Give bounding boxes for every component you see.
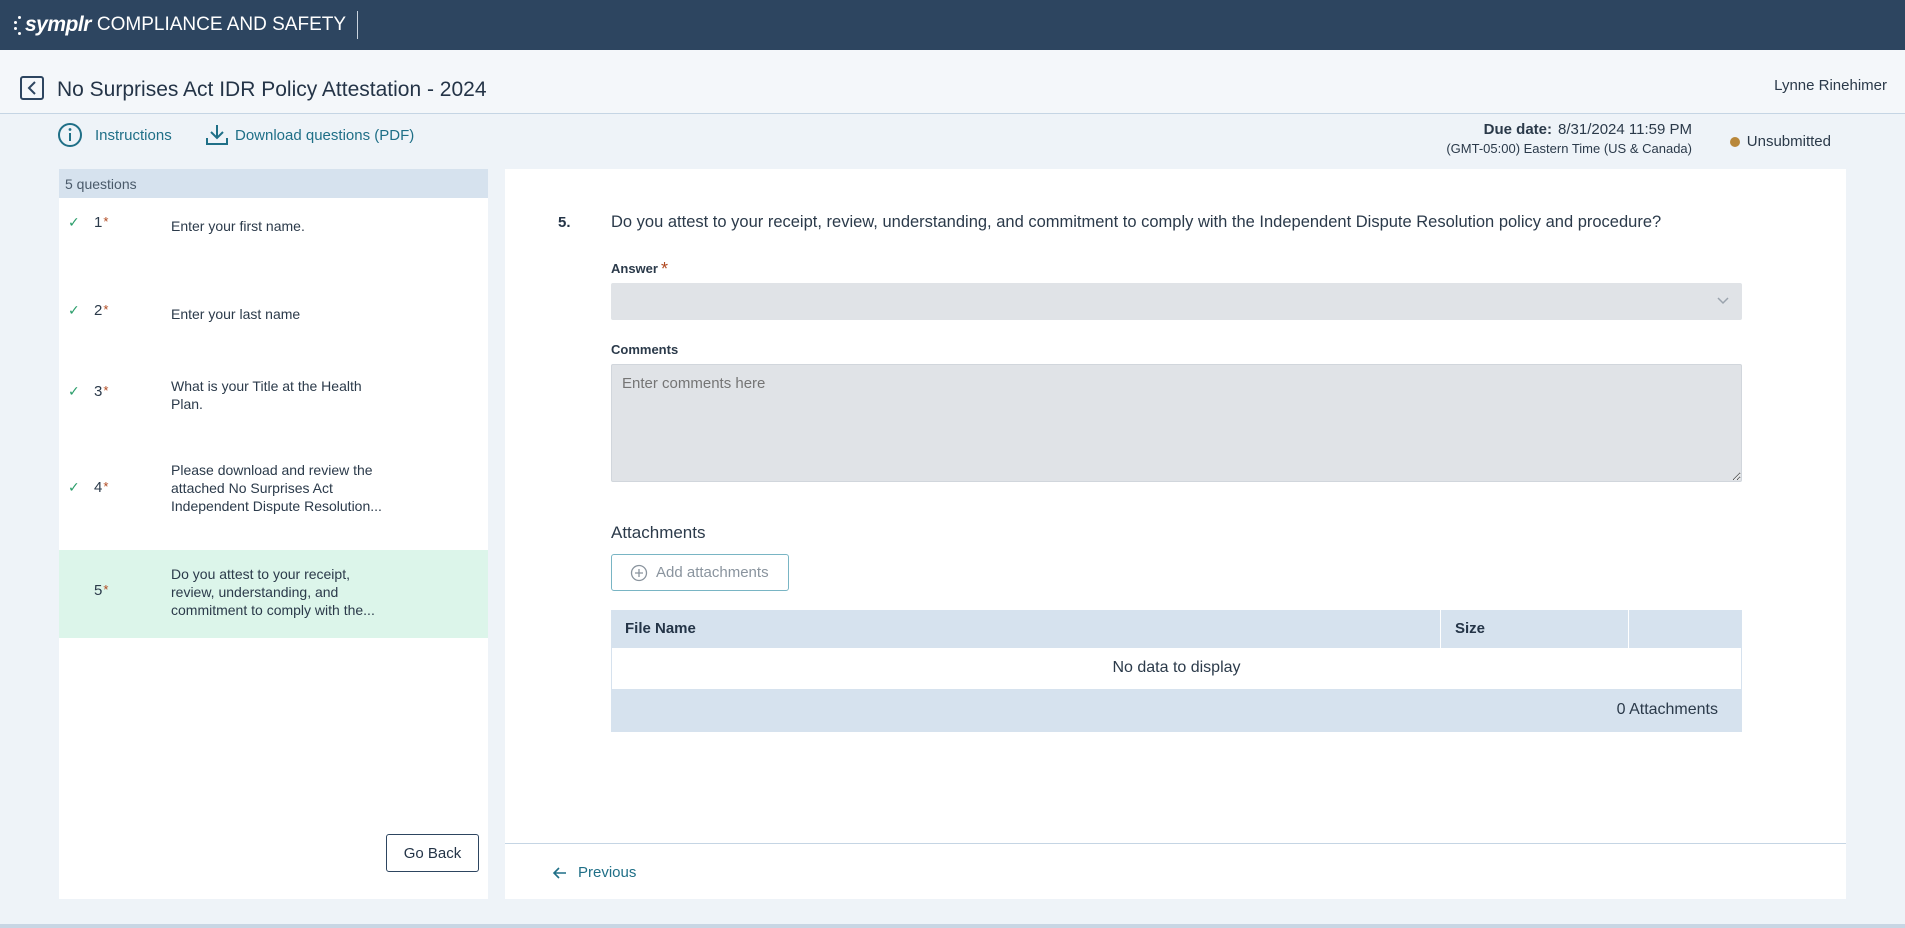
answer-label: Answer * <box>611 259 668 279</box>
status-label: Unsubmitted <box>1746 133 1831 150</box>
due-date-label: Due date: <box>1483 121 1552 138</box>
question-number: 3* <box>94 383 109 400</box>
table-empty-message: No data to display <box>611 648 1742 690</box>
check-icon: ✓ <box>68 383 80 399</box>
add-attachments-button[interactable]: Add attachments <box>611 554 789 591</box>
column-actions <box>1629 610 1742 648</box>
back-button[interactable] <box>20 76 44 100</box>
logo-dots-icon <box>14 15 23 35</box>
go-back-button[interactable]: Go Back <box>386 834 479 872</box>
previous-label: Previous <box>578 864 637 881</box>
status-badge: Unsubmitted <box>1729 133 1831 150</box>
column-size[interactable]: Size <box>1441 610 1629 648</box>
question-text: Do you attest to your receipt, review, u… <box>611 213 1662 231</box>
attachments-count: 0 Attachments <box>611 690 1742 732</box>
app-logo[interactable]: symplr COMPLIANCE AND SAFETY <box>14 13 346 37</box>
question-preview: Do you attest to your receipt, review, u… <box>171 566 375 618</box>
question-number: 1* <box>94 214 109 231</box>
page-title: No Surprises Act IDR Policy Attestation … <box>57 78 487 101</box>
bottom-strip <box>0 924 1905 928</box>
question-sidebar: 5 questions ✓ 1* Enter your first name. … <box>59 169 488 899</box>
question-preview: Enter your last name <box>171 306 301 322</box>
download-icon <box>206 125 228 145</box>
page-header: No Surprises Act IDR Policy Attestation … <box>0 50 1905 114</box>
panel-footer-divider <box>505 843 1846 844</box>
brand-name: symplr <box>25 13 91 36</box>
question-preview: Please download and review the attached … <box>171 462 382 514</box>
product-name: COMPLIANCE AND SAFETY <box>96 14 347 35</box>
check-icon: ✓ <box>68 302 80 318</box>
due-date-timezone: (GMT-05:00) Eastern Time (US & Canada) <box>1446 141 1692 156</box>
question-item-4[interactable]: ✓ 4* Please download and review the atta… <box>59 462 488 550</box>
table-header: File Name Size <box>611 610 1742 648</box>
check-icon: ✓ <box>68 214 80 230</box>
download-questions-link[interactable]: Download questions (PDF) <box>205 123 414 147</box>
attachments-title: Attachments <box>611 523 706 542</box>
instructions-label: Instructions <box>95 126 172 144</box>
comments-label: Comments <box>611 342 679 357</box>
status-dot-icon <box>1729 136 1740 147</box>
question-preview: Enter your first name. <box>171 218 305 234</box>
answer-dropdown[interactable] <box>611 283 1742 320</box>
arrow-left-icon <box>552 866 566 879</box>
chevron-left-icon <box>27 81 36 95</box>
question-preview: What is your Title at the Health Plan. <box>171 378 362 412</box>
question-number: 2* <box>94 302 109 319</box>
column-file-name[interactable]: File Name <box>611 610 1441 648</box>
chevron-down-icon <box>1717 297 1729 305</box>
download-label: Download questions (PDF) <box>235 126 415 144</box>
comments-textarea[interactable] <box>611 364 1742 482</box>
question-item-5[interactable]: 5* Do you attest to your receipt, review… <box>59 550 488 638</box>
check-icon: ✓ <box>68 479 80 495</box>
previous-button[interactable]: Previous <box>552 864 636 881</box>
question-item-2[interactable]: ✓ 2* Enter your last name <box>59 286 488 374</box>
question-count: 5 questions <box>59 169 488 198</box>
add-attachments-label: Add attachments <box>656 564 769 581</box>
question-number: 5. <box>558 214 571 231</box>
question-panel: 5. Do you attest to your receipt, review… <box>505 169 1846 899</box>
user-name[interactable]: Lynne Rinehimer <box>1774 77 1887 94</box>
question-number: 4* <box>94 479 109 496</box>
due-date-value: 8/31/2024 11:59 PM <box>1558 121 1692 138</box>
due-date: Due date: 8/31/2024 11:59 PM (GMT-05:00) … <box>1446 121 1692 156</box>
question-number: 5* <box>94 582 109 599</box>
question-item-1[interactable]: ✓ 1* Enter your first name. <box>59 198 488 286</box>
plus-circle-icon <box>630 564 648 581</box>
app-top-bar: symplr COMPLIANCE AND SAFETY <box>0 0 1905 50</box>
info-icon <box>58 123 82 147</box>
required-indicator: * <box>660 259 668 279</box>
instructions-link[interactable]: Instructions <box>57 122 172 148</box>
topbar-divider <box>357 11 359 39</box>
question-item-3[interactable]: ✓ 3* What is your Title at the Health Pl… <box>59 374 488 462</box>
attachments-table: File Name Size No data to display 0 Atta… <box>611 610 1742 732</box>
